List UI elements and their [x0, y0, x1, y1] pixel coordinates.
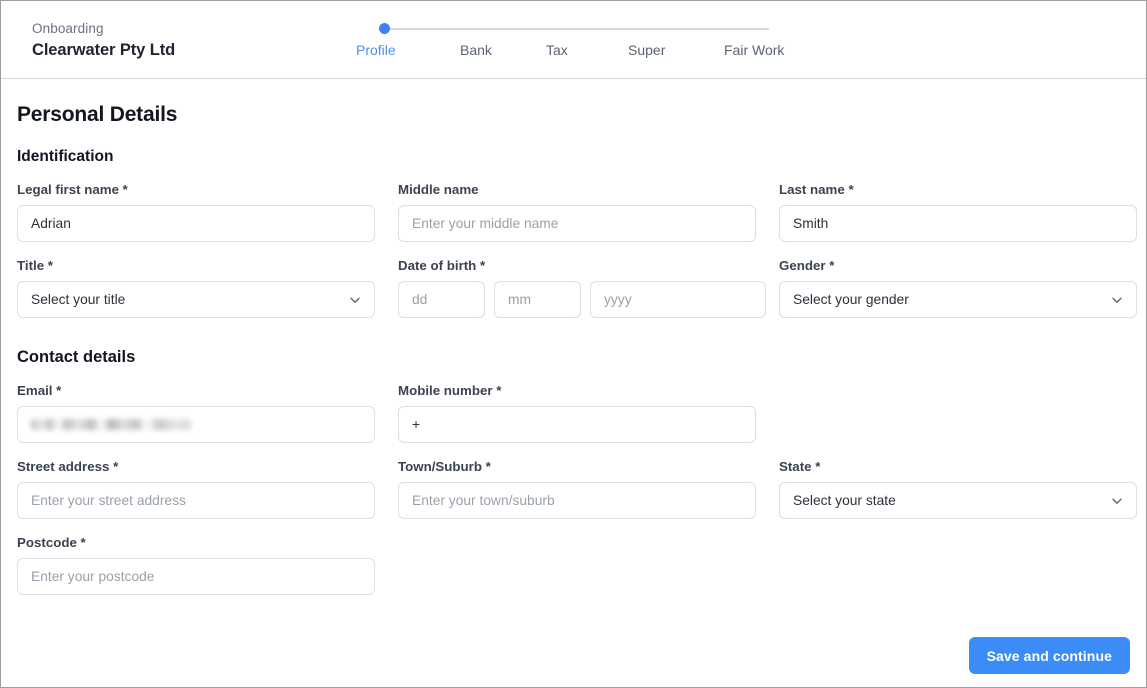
gender-select[interactable]: Select your gender [779, 281, 1137, 318]
email-input[interactable] [17, 406, 375, 443]
field-last-name: Last name * [779, 182, 1137, 242]
state-select-value: Select your state [793, 493, 896, 508]
last-name-input[interactable] [779, 205, 1137, 242]
email-redacted-value [31, 419, 191, 430]
label-state: State * [779, 459, 821, 474]
middle-name-input[interactable] [398, 205, 756, 242]
form-content: Personal Details Identification Legal fi… [1, 103, 1146, 595]
label-middle-name: Middle name [398, 182, 479, 197]
mobile-number-input[interactable] [398, 406, 756, 443]
postcode-input[interactable] [17, 558, 375, 595]
form-footer: Save and continue [968, 637, 1130, 674]
state-select[interactable]: Select your state [779, 482, 1137, 519]
label-date-of-birth: Date of birth * [398, 258, 486, 273]
step-super[interactable]: Super [628, 42, 665, 58]
row-names: Legal first name * Middle name Last name… [17, 182, 1137, 242]
title-select[interactable]: Select your title [17, 281, 375, 318]
field-state: State * Select your state [779, 459, 1137, 519]
row-address: Street address * Town/Suburb * State * S… [17, 459, 1137, 519]
progress-stepper: Profile Bank Tax Super Fair Work [356, 23, 784, 62]
label-street-address: Street address * [17, 459, 119, 474]
label-last-name: Last name * [779, 182, 854, 197]
dob-year-input[interactable] [590, 281, 766, 318]
save-and-continue-button[interactable]: Save and continue [968, 637, 1130, 674]
stepper-labels: Profile Bank Tax Super Fair Work [356, 42, 784, 62]
onboarding-eyebrow: Onboarding [32, 21, 104, 36]
town-suburb-input[interactable] [398, 482, 756, 519]
date-of-birth-group [398, 281, 766, 318]
step-tax[interactable]: Tax [546, 42, 568, 58]
stepper-track [379, 23, 769, 34]
row-title-dob-gender: Title * Select your title Date of birth … [17, 258, 1137, 318]
onboarding-page: Onboarding Clearwater Pty Ltd Profile Ba… [0, 0, 1147, 688]
field-mobile-number: Mobile number * [398, 383, 756, 443]
stepper-line [385, 28, 769, 30]
brand-block: Onboarding Clearwater Pty Ltd [32, 20, 175, 61]
label-town-suburb: Town/Suburb * [398, 459, 491, 474]
company-name: Clearwater Pty Ltd [32, 41, 176, 59]
field-email: Email * [17, 383, 375, 443]
stepper-current-dot [379, 23, 390, 34]
label-mobile-number: Mobile number * [398, 383, 502, 398]
chevron-down-icon [348, 293, 362, 307]
field-middle-name: Middle name [398, 182, 756, 242]
street-address-input[interactable] [17, 482, 375, 519]
step-bank[interactable]: Bank [460, 42, 492, 58]
app-header: Onboarding Clearwater Pty Ltd Profile Ba… [1, 1, 1146, 79]
field-gender: Gender * Select your gender [779, 258, 1137, 318]
field-legal-first-name: Legal first name * [17, 182, 375, 242]
step-profile[interactable]: Profile [356, 42, 396, 58]
dob-month-input[interactable] [494, 281, 581, 318]
dob-day-input[interactable] [398, 281, 485, 318]
label-postcode: Postcode * [17, 535, 86, 550]
field-title: Title * Select your title [17, 258, 375, 318]
label-email: Email * [17, 383, 62, 398]
spacer-cell [779, 535, 1137, 595]
page-title: Personal Details [17, 103, 178, 126]
field-street-address: Street address * [17, 459, 375, 519]
section-contact-title: Contact details [17, 348, 136, 366]
spacer-cell [398, 535, 756, 595]
title-select-value: Select your title [31, 292, 126, 307]
step-fair-work[interactable]: Fair Work [724, 42, 784, 58]
chevron-down-icon [1110, 494, 1124, 508]
spacer-cell [779, 383, 1137, 443]
legal-first-name-input[interactable] [17, 205, 375, 242]
row-postcode: Postcode * [17, 535, 1130, 595]
field-date-of-birth: Date of birth * [398, 258, 766, 318]
gender-select-value: Select your gender [793, 292, 909, 307]
label-legal-first-name: Legal first name * [17, 182, 128, 197]
section-identification-title: Identification [17, 148, 114, 165]
label-title: Title * [17, 258, 53, 273]
field-postcode: Postcode * [17, 535, 375, 595]
label-gender: Gender * [779, 258, 835, 273]
row-email-mobile: Email * Mobile number * [17, 383, 1130, 443]
field-town-suburb: Town/Suburb * [398, 459, 756, 519]
chevron-down-icon [1110, 293, 1124, 307]
